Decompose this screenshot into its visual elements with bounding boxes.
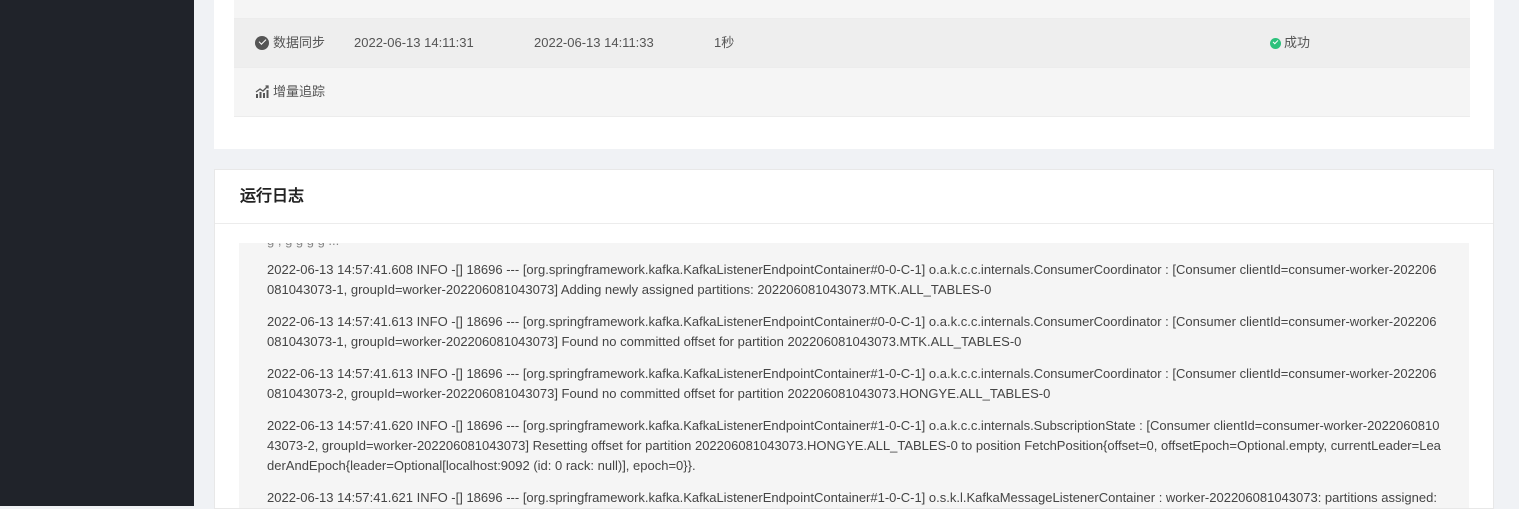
status-badge: 成功 bbox=[1270, 19, 1310, 67]
log-line: g , g g g g ... bbox=[267, 243, 1443, 251]
log-card: 运行日志 g , g g g g ... 2022-06-13 14:57:41… bbox=[214, 169, 1494, 509]
log-line: 2022-06-13 14:57:41.620 INFO -[] 18696 -… bbox=[267, 418, 1441, 473]
success-icon bbox=[1270, 37, 1281, 49]
log-line: 2022-06-13 14:57:41.621 INFO -[] 18696 -… bbox=[267, 490, 1437, 505]
log-panel-title: 运行日志 bbox=[215, 170, 1493, 224]
table-row[interactable]: 增量追踪 bbox=[234, 68, 1470, 117]
stage-end-time: 2022-06-13 14:11:33 bbox=[534, 35, 654, 50]
stage-start-time: 2022-06-13 14:11:31 bbox=[354, 35, 474, 50]
chart-trend-icon bbox=[255, 85, 269, 98]
log-line: 2022-06-13 14:57:41.608 INFO -[] 18696 -… bbox=[267, 262, 1437, 297]
sidebar bbox=[0, 0, 194, 506]
log-line: 2022-06-13 14:57:41.613 INFO -[] 18696 -… bbox=[267, 366, 1437, 401]
stage-name-cell: 增量追踪 bbox=[255, 68, 325, 116]
stage-card: 数据同步 2022-06-13 14:11:31 2022-06-13 14:1… bbox=[214, 0, 1494, 149]
stage-duration: 1秒 bbox=[714, 35, 735, 50]
table-row-partial bbox=[234, 0, 1470, 19]
status-text: 成功 bbox=[1284, 35, 1311, 50]
log-viewer[interactable]: g , g g g g ... 2022-06-13 14:57:41.608 … bbox=[239, 243, 1469, 508]
log-line: 2022-06-13 14:57:41.613 INFO -[] 18696 -… bbox=[267, 314, 1437, 349]
stage-name: 增量追踪 bbox=[273, 84, 326, 99]
stage-name: 数据同步 bbox=[273, 35, 326, 50]
stage-table: 数据同步 2022-06-13 14:11:31 2022-06-13 14:1… bbox=[234, 0, 1470, 117]
table-row[interactable]: 数据同步 2022-06-13 14:11:31 2022-06-13 14:1… bbox=[234, 19, 1470, 68]
check-circle-icon bbox=[255, 36, 269, 50]
stage-name-cell: 数据同步 bbox=[255, 19, 325, 67]
